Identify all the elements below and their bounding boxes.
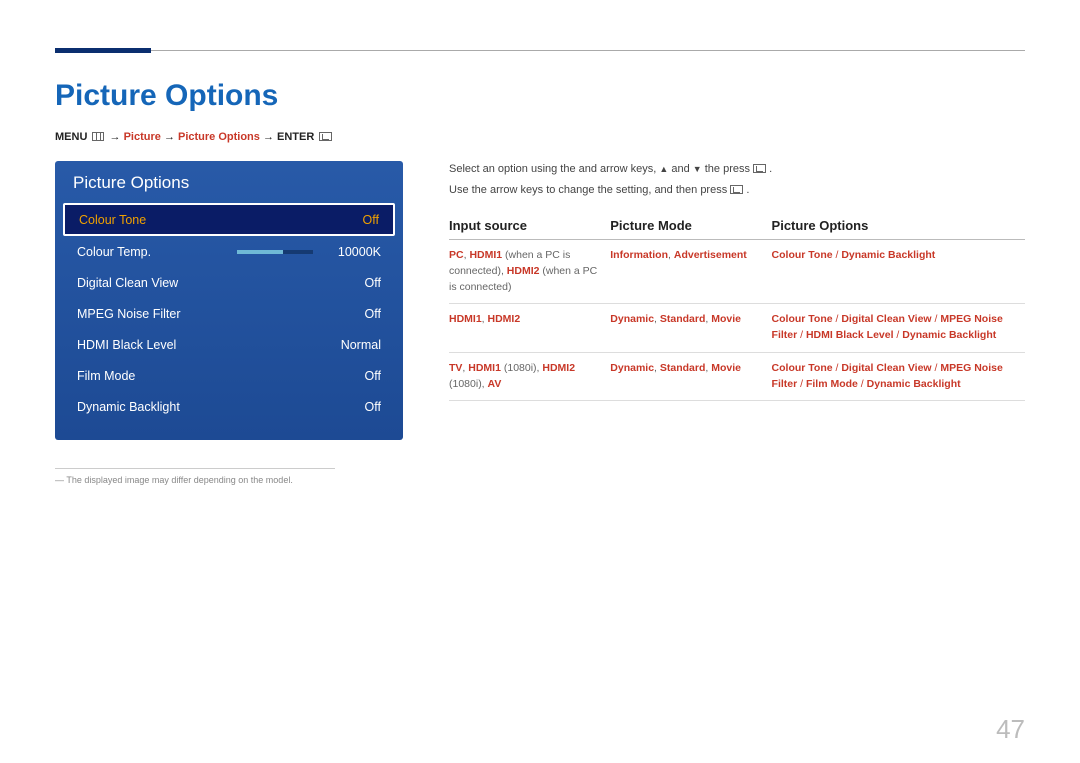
- tv-item[interactable]: Digital Clean ViewOff: [63, 267, 395, 298]
- tv-item-label: Film Mode: [77, 369, 321, 383]
- options-table: Input source Picture Mode Picture Option…: [449, 212, 1025, 401]
- header-rule: [55, 50, 1025, 51]
- down-triangle-icon: ▼: [693, 164, 702, 174]
- instructions: Select an option using the and arrow key…: [449, 161, 1025, 198]
- tv-item[interactable]: MPEG Noise FilterOff: [63, 298, 395, 329]
- tv-item-label: HDMI Black Level: [77, 338, 321, 352]
- tv-item-value: Off: [321, 276, 381, 290]
- breadcrumb-picture-options: Picture Options: [178, 131, 260, 143]
- tv-item-label: MPEG Noise Filter: [77, 307, 321, 321]
- th-input-source: Input source: [449, 212, 610, 240]
- footnote: ― The displayed image may differ dependi…: [55, 475, 403, 485]
- table-cell: Dynamic, Standard, Movie: [610, 304, 771, 353]
- table-row: PC, HDMI1 (when a PC is connected), HDMI…: [449, 240, 1025, 304]
- tv-item[interactable]: Dynamic BacklightOff: [63, 391, 395, 422]
- tv-item-label: Colour Tone: [79, 213, 319, 227]
- tv-item-value: Off: [319, 213, 379, 227]
- table-cell: HDMI1, HDMI2: [449, 304, 610, 353]
- table-cell: TV, HDMI1 (1080i), HDMI2 (1080i), AV: [449, 352, 610, 401]
- th-picture-mode: Picture Mode: [610, 212, 771, 240]
- enter-icon: [319, 132, 332, 141]
- table-cell: Dynamic, Standard, Movie: [610, 352, 771, 401]
- slider-fill: [237, 250, 283, 254]
- tv-item-value: Off: [321, 369, 381, 383]
- tv-item-value: Off: [321, 307, 381, 321]
- slider-track[interactable]: [237, 250, 313, 254]
- tv-item-value: 10000K: [321, 245, 381, 259]
- table-cell: PC, HDMI1 (when a PC is connected), HDMI…: [449, 240, 610, 304]
- note-rule: [55, 468, 335, 469]
- breadcrumb-enter: ENTER: [277, 131, 314, 143]
- table-cell: Colour Tone / Dynamic Backlight: [772, 240, 1025, 304]
- tv-item[interactable]: Colour ToneOff: [63, 203, 395, 236]
- th-picture-options: Picture Options: [772, 212, 1025, 240]
- tv-item-label: Digital Clean View: [77, 276, 321, 290]
- table-row: HDMI1, HDMI2Dynamic, Standard, MovieColo…: [449, 304, 1025, 353]
- table-cell: Colour Tone / Digital Clean View / MPEG …: [772, 304, 1025, 353]
- tv-panel-title: Picture Options: [55, 161, 403, 203]
- tv-item-label: Dynamic Backlight: [77, 400, 321, 414]
- breadcrumb-menu: MENU: [55, 131, 87, 143]
- tv-item-value: Off: [321, 400, 381, 414]
- enter-icon: [753, 164, 766, 173]
- enter-icon: [730, 185, 743, 194]
- tv-item-value: Normal: [321, 338, 381, 352]
- tv-item[interactable]: Film ModeOff: [63, 360, 395, 391]
- page-number: 47: [996, 714, 1025, 745]
- breadcrumb: MENU → Picture → Picture Options → ENTER: [55, 131, 1025, 143]
- table-cell: Colour Tone / Digital Clean View / MPEG …: [772, 352, 1025, 401]
- tv-menu-panel: Picture Options Colour ToneOffColour Tem…: [55, 161, 403, 440]
- menu-grid-icon: [92, 132, 104, 141]
- page-title: Picture Options: [55, 79, 1025, 113]
- tv-item-label: Colour Temp.: [77, 245, 231, 259]
- table-cell: Information, Advertisement: [610, 240, 771, 304]
- table-row: TV, HDMI1 (1080i), HDMI2 (1080i), AVDyna…: [449, 352, 1025, 401]
- tv-panel-list: Colour ToneOffColour Temp.10000KDigital …: [55, 203, 403, 440]
- tv-item[interactable]: HDMI Black LevelNormal: [63, 329, 395, 360]
- up-triangle-icon: ▲: [659, 164, 668, 174]
- tv-item[interactable]: Colour Temp. 10000K: [63, 236, 395, 267]
- breadcrumb-picture: Picture: [124, 131, 161, 143]
